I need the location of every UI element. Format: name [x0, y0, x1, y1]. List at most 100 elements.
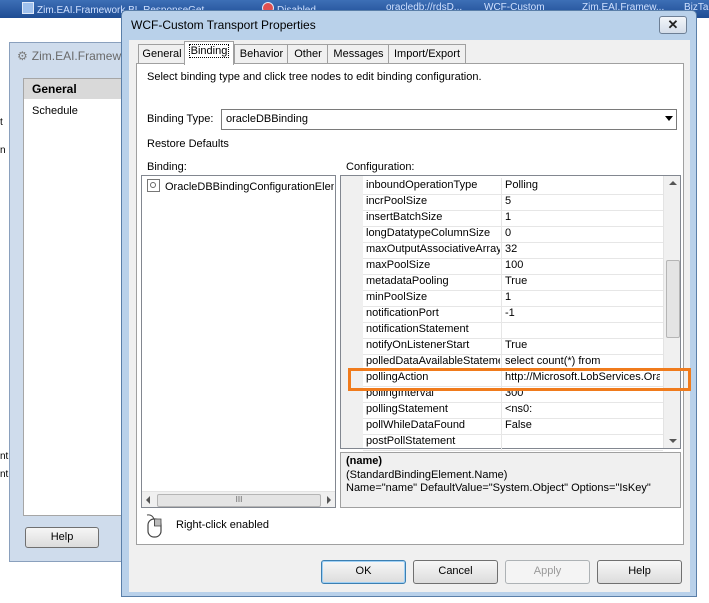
binding-type-label: Binding Type:	[147, 113, 214, 125]
scroll-up-icon[interactable]	[669, 181, 677, 185]
tab-binding[interactable]: Binding	[184, 41, 234, 65]
property-name: pollingStatement	[366, 403, 448, 415]
property-value[interactable]: 100	[505, 259, 660, 271]
background-nav-panel	[23, 78, 122, 516]
description-title: (name)	[346, 455, 383, 467]
property-row[interactable]: maxOutputAssociativeArrayE 32	[363, 242, 663, 259]
property-value[interactable]: 1	[505, 211, 660, 223]
property-grid-gutter	[341, 176, 363, 448]
property-row[interactable]: postPollStatement	[363, 434, 663, 451]
tab-binding-label: Binding	[188, 44, 230, 58]
tab-general[interactable]: General	[138, 44, 186, 64]
binding-type-value: oracleDBBinding	[226, 113, 308, 125]
tab-other[interactable]: Other	[287, 44, 329, 64]
mouse-icon	[146, 514, 162, 538]
restore-defaults-button[interactable]: Restore Defaults	[147, 138, 229, 150]
property-divider	[501, 242, 502, 258]
property-value[interactable]: 32	[505, 243, 660, 255]
help-button[interactable]: Help	[597, 560, 682, 584]
property-row[interactable]: notificationPort -1	[363, 306, 663, 323]
property-row[interactable]: pollingStatement <ns0:	[363, 402, 663, 419]
tree-node[interactable]: OracleDBBindingConfigurationElem	[147, 179, 334, 193]
property-divider	[501, 402, 502, 418]
edge-text: n	[0, 145, 6, 156]
property-name: postPollStatement	[366, 435, 456, 447]
configuration-label: Configuration:	[346, 161, 415, 173]
property-row[interactable]: inboundOperationType Polling	[363, 178, 663, 195]
description-line: Name="name" DefaultValue="System.Object"…	[346, 482, 651, 494]
highlight-box	[348, 368, 691, 391]
property-divider	[501, 306, 502, 322]
scrollbar-grip: III	[235, 495, 243, 504]
app-icon	[22, 2, 34, 14]
property-value[interactable]: select count(*) from	[505, 355, 660, 367]
property-name: inboundOperationType	[366, 179, 478, 191]
description-line: (StandardBindingElement.Name)	[346, 469, 508, 481]
edge-text: nt	[0, 451, 9, 462]
close-button[interactable]: ✕	[659, 16, 687, 34]
property-name: metadataPooling	[366, 275, 449, 287]
scroll-right-icon[interactable]	[327, 496, 331, 504]
property-row[interactable]: maxPoolSize 100	[363, 258, 663, 275]
property-divider	[501, 418, 502, 434]
property-row[interactable]: notifyOnListenerStart True	[363, 338, 663, 355]
scroll-left-icon[interactable]	[146, 496, 150, 504]
property-row[interactable]: incrPoolSize 5	[363, 194, 663, 211]
nav-item-general[interactable]: General	[24, 79, 121, 99]
scrollbar-thumb[interactable]: III	[157, 494, 321, 507]
property-grid-vertical-scrollbar[interactable]	[663, 176, 680, 448]
property-divider	[501, 210, 502, 226]
property-divider	[501, 274, 502, 290]
dialog-title: WCF-Custom Transport Properties	[131, 18, 316, 32]
property-name: polledDataAvailableStateme	[366, 355, 500, 367]
property-name: pollWhileDataFound	[366, 419, 466, 431]
property-value[interactable]: <ns0:	[505, 403, 660, 415]
property-value[interactable]: True	[505, 275, 660, 287]
property-value[interactable]: 0	[505, 227, 660, 239]
property-divider	[501, 226, 502, 242]
tab-behavior[interactable]: Behavior	[234, 44, 289, 64]
binding-tree-label: Binding:	[147, 161, 187, 173]
property-name: notifyOnListenerStart	[366, 339, 470, 351]
tab-messages[interactable]: Messages	[327, 44, 390, 64]
binding-element-icon	[147, 179, 160, 192]
property-name: notificationStatement	[366, 323, 469, 335]
property-name: notificationPort	[366, 307, 439, 319]
property-name: insertBatchSize	[366, 211, 443, 223]
ok-button[interactable]: OK	[321, 560, 406, 584]
tree-horizontal-scrollbar[interactable]: III	[142, 491, 335, 507]
property-value[interactable]: True	[505, 339, 660, 351]
property-row[interactable]: metadataPooling True	[363, 274, 663, 291]
apply-button[interactable]: Apply	[505, 560, 590, 584]
background-window-title-text: Zim.EAI.Framew	[31, 49, 122, 63]
property-name: incrPoolSize	[366, 195, 428, 207]
property-divider	[501, 290, 502, 306]
property-row[interactable]: notificationStatement	[363, 322, 663, 339]
nav-item-schedule[interactable]: Schedule	[32, 105, 78, 117]
property-divider	[501, 338, 502, 354]
tab-import-export[interactable]: Import/Export	[388, 44, 466, 64]
gears-icon: ⚙	[17, 49, 28, 63]
property-row[interactable]: longDatatypeColumnSize 0	[363, 226, 663, 243]
property-value[interactable]: -1	[505, 307, 660, 319]
instructions-text: Select binding type and click tree nodes…	[147, 71, 482, 83]
tree-node-label: OracleDBBindingConfigurationElem	[165, 181, 334, 193]
scrollbar-thumb[interactable]	[666, 260, 680, 338]
property-row[interactable]: minPoolSize 1	[363, 290, 663, 307]
binding-tree[interactable]	[141, 175, 336, 508]
background-help-button[interactable]: Help	[25, 527, 99, 548]
property-row[interactable]: insertBatchSize 1	[363, 210, 663, 227]
binding-type-select[interactable]: oracleDBBinding	[221, 109, 677, 130]
property-value[interactable]: Polling	[505, 179, 660, 191]
property-value[interactable]: 5	[505, 195, 660, 207]
edge-text: t	[0, 117, 3, 128]
property-value[interactable]: 1	[505, 291, 660, 303]
property-row[interactable]: pollWhileDataFound False	[363, 418, 663, 435]
property-value[interactable]: False	[505, 419, 660, 431]
cancel-button[interactable]: Cancel	[413, 560, 498, 584]
scroll-down-icon[interactable]	[669, 439, 677, 443]
property-divider	[501, 258, 502, 274]
chevron-down-icon[interactable]	[665, 116, 673, 121]
property-divider	[501, 194, 502, 210]
property-divider	[501, 434, 502, 450]
